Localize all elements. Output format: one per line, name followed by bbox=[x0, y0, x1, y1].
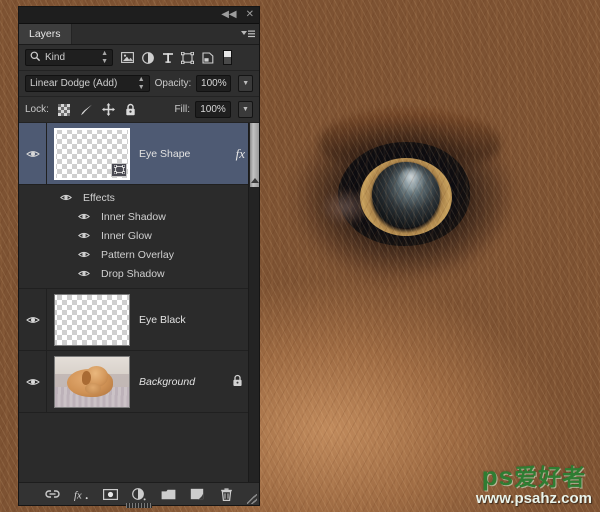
new-group-icon[interactable] bbox=[161, 487, 176, 502]
filter-type-icons bbox=[121, 50, 232, 65]
layer-name-eye-shape[interactable]: Eye Shape bbox=[137, 148, 236, 160]
filter-kind-value: Kind bbox=[45, 52, 66, 63]
effect-visibility-toggle[interactable] bbox=[19, 269, 95, 278]
effect-row-inner-glow[interactable]: Inner Glow bbox=[19, 226, 259, 245]
watermark: ps爱好者 www.psahz.com bbox=[476, 463, 592, 506]
layer-thumbnail-wrap[interactable] bbox=[47, 355, 137, 408]
chevron-updown-icon[interactable]: ▲ ▼ bbox=[95, 50, 108, 65]
effect-visibility-toggle[interactable] bbox=[19, 231, 95, 240]
panel-menu-icon[interactable] bbox=[237, 24, 259, 44]
layer-effects-group: Effects Inner Shadow Inner Glow Pattern … bbox=[19, 185, 259, 289]
eye-visibility-icon bbox=[26, 377, 40, 386]
layer-thumbnail-eye-shape[interactable] bbox=[54, 127, 130, 180]
effect-label: Drop Shadow bbox=[101, 267, 165, 280]
pixel-filter-icon[interactable] bbox=[121, 51, 134, 64]
layer-visibility-toggle[interactable] bbox=[19, 351, 47, 412]
layer-thumbnail-wrap[interactable] bbox=[47, 127, 137, 180]
search-icon bbox=[30, 51, 41, 65]
watermark-brand: ps bbox=[481, 461, 515, 491]
lock-icons bbox=[58, 103, 137, 116]
layer-list-scrollbar-thumb[interactable] bbox=[250, 123, 259, 187]
blend-mode-value: Linear Dodge (Add) bbox=[30, 78, 118, 89]
blend-row: Linear Dodge (Add) ▲ ▼ Opacity: 100% ▼ bbox=[19, 71, 259, 97]
fill-dropdown-icon[interactable]: ▼ bbox=[238, 101, 253, 118]
layer-name-eye-black[interactable]: Eye Black bbox=[137, 314, 259, 326]
layers-bottom-toolbar: fx bbox=[19, 482, 259, 508]
layer-thumbnail-background[interactable] bbox=[54, 355, 130, 408]
lock-image-icon[interactable] bbox=[80, 103, 93, 116]
new-layer-icon[interactable] bbox=[190, 487, 205, 502]
new-adjustment-layer-icon[interactable] bbox=[132, 487, 147, 502]
layer-name-background[interactable]: Background bbox=[137, 376, 232, 388]
opacity-label: Opacity: bbox=[154, 78, 192, 89]
layer-style-fx-icon[interactable]: fx bbox=[74, 487, 89, 502]
effect-row-drop-shadow[interactable]: Drop Shadow bbox=[19, 264, 259, 283]
link-layers-icon[interactable] bbox=[44, 487, 60, 502]
layer-row-background[interactable]: Background bbox=[19, 351, 259, 413]
background-thumbnail-image bbox=[55, 356, 129, 407]
opacity-value[interactable]: 100% bbox=[196, 75, 232, 92]
shape-filter-icon[interactable] bbox=[181, 51, 194, 64]
panel-titlebar: ◀◀ ✕ bbox=[19, 7, 259, 24]
effects-visibility-toggle[interactable] bbox=[19, 193, 77, 202]
effects-label: Effects bbox=[83, 191, 115, 204]
panel-drag-nub[interactable] bbox=[126, 503, 152, 508]
lock-position-icon[interactable] bbox=[101, 103, 115, 116]
type-filter-icon[interactable] bbox=[161, 51, 174, 64]
layer-visibility-toggle[interactable] bbox=[19, 123, 47, 184]
watermark-brand-cn: 爱好者 bbox=[514, 464, 587, 490]
filter-row: Kind ▲ ▼ bbox=[19, 45, 259, 71]
adjustment-filter-icon[interactable] bbox=[141, 51, 154, 64]
effect-visibility-toggle[interactable] bbox=[19, 212, 95, 221]
add-mask-icon[interactable] bbox=[102, 487, 118, 502]
watermark-url: www.psahz.com bbox=[475, 490, 592, 507]
filter-kind-select[interactable]: Kind ▲ ▼ bbox=[25, 49, 113, 66]
chevron-updown-icon[interactable]: ▲ ▼ bbox=[132, 76, 145, 91]
lock-all-icon[interactable] bbox=[124, 103, 137, 116]
tab-layers[interactable]: Layers bbox=[19, 24, 72, 44]
effect-visibility-toggle[interactable] bbox=[19, 250, 95, 259]
layers-panel: ◀◀ ✕ Layers Kind ▲ ▼ Linear Dodge (Add) … bbox=[18, 6, 260, 508]
scroll-up-icon[interactable] bbox=[250, 178, 259, 183]
lock-label: Lock: bbox=[25, 104, 49, 115]
svg-text:fx: fx bbox=[74, 490, 82, 501]
vector-mask-icon bbox=[111, 162, 127, 177]
effect-label: Pattern Overlay bbox=[101, 248, 174, 261]
layer-list-scrollbar[interactable] bbox=[248, 123, 259, 482]
tabstrip-filler bbox=[71, 24, 237, 44]
delete-layer-icon[interactable] bbox=[219, 487, 234, 502]
opacity-dropdown-icon[interactable]: ▼ bbox=[238, 75, 253, 92]
eye-visibility-icon bbox=[26, 149, 40, 158]
fill-value[interactable]: 100% bbox=[195, 101, 231, 118]
layer-thumbnail-eye-black[interactable] bbox=[54, 293, 130, 346]
tab-layers-label: Layers bbox=[29, 28, 61, 40]
layer-row-eye-black[interactable]: Eye Black bbox=[19, 289, 259, 351]
collapse-icon[interactable]: ◀◀ bbox=[221, 10, 236, 20]
panel-resize-grip[interactable] bbox=[247, 494, 257, 504]
smart-object-filter-icon[interactable] bbox=[201, 51, 214, 64]
effects-header-row[interactable]: Effects bbox=[19, 188, 259, 207]
fill-label: Fill: bbox=[174, 104, 190, 115]
lock-row: Lock: Fill: 100% ▼ bbox=[19, 97, 259, 123]
close-icon[interactable]: ✕ bbox=[246, 10, 254, 20]
effect-label: Inner Glow bbox=[101, 229, 152, 242]
panel-tabstrip: Layers bbox=[19, 24, 259, 45]
layer-row-eye-shape[interactable]: Eye Shape fx bbox=[19, 123, 259, 185]
effect-row-inner-shadow[interactable]: Inner Shadow bbox=[19, 207, 259, 226]
effect-row-pattern-overlay[interactable]: Pattern Overlay bbox=[19, 245, 259, 264]
lock-transparency-icon[interactable] bbox=[58, 103, 71, 116]
layer-list[interactable]: Eye Shape fx Effects Inner Shadow Inner … bbox=[19, 123, 259, 482]
blend-mode-select[interactable]: Linear Dodge (Add) ▲ ▼ bbox=[25, 75, 150, 92]
effect-label: Inner Shadow bbox=[101, 210, 166, 223]
layer-visibility-toggle[interactable] bbox=[19, 289, 47, 350]
filter-enable-toggle[interactable] bbox=[223, 50, 232, 65]
layer-thumbnail-wrap[interactable] bbox=[47, 293, 137, 346]
eye-visibility-icon bbox=[26, 315, 40, 324]
